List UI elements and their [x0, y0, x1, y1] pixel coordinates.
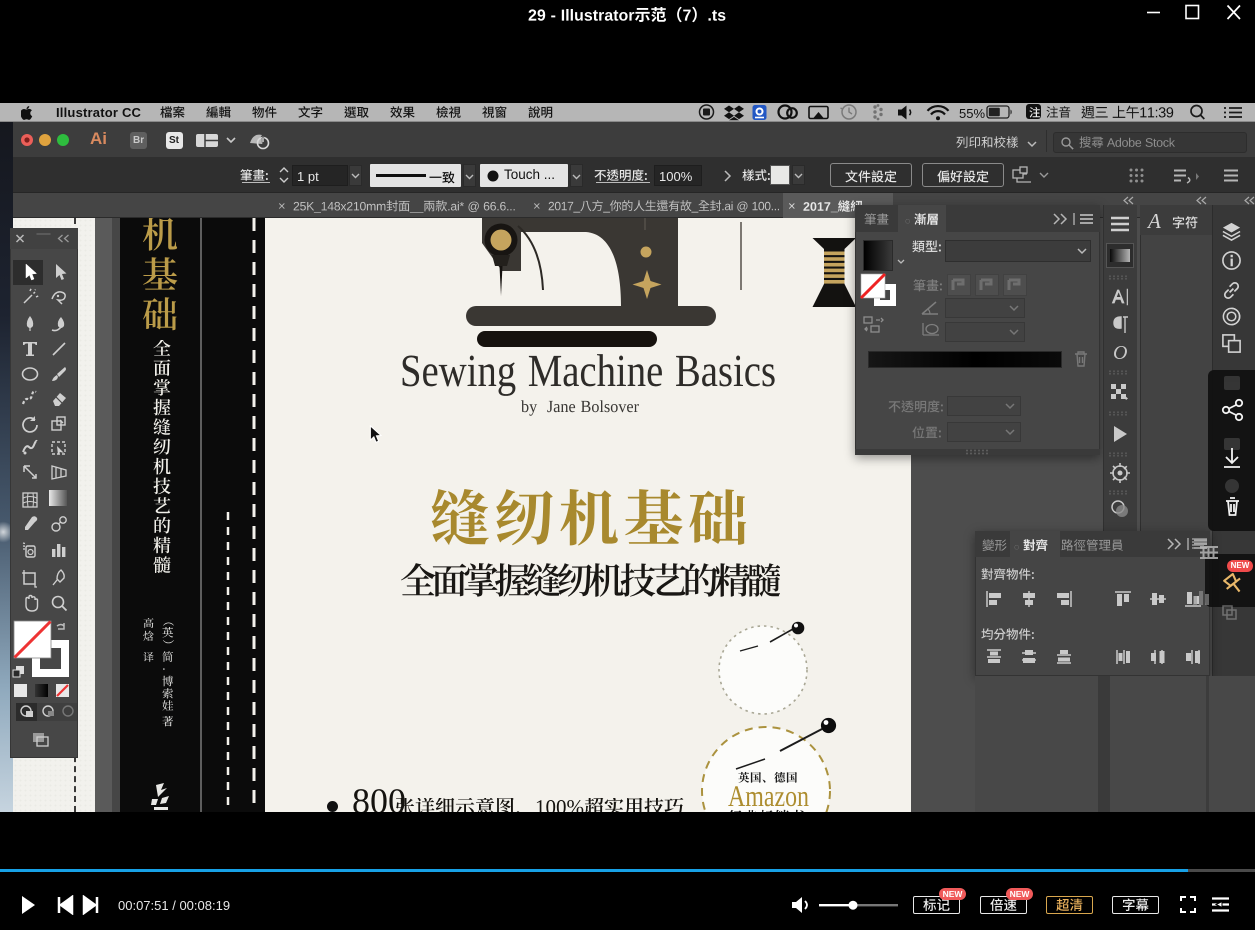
svg-text:A: A	[1146, 210, 1161, 232]
svg-text:O: O	[1113, 342, 1127, 364]
